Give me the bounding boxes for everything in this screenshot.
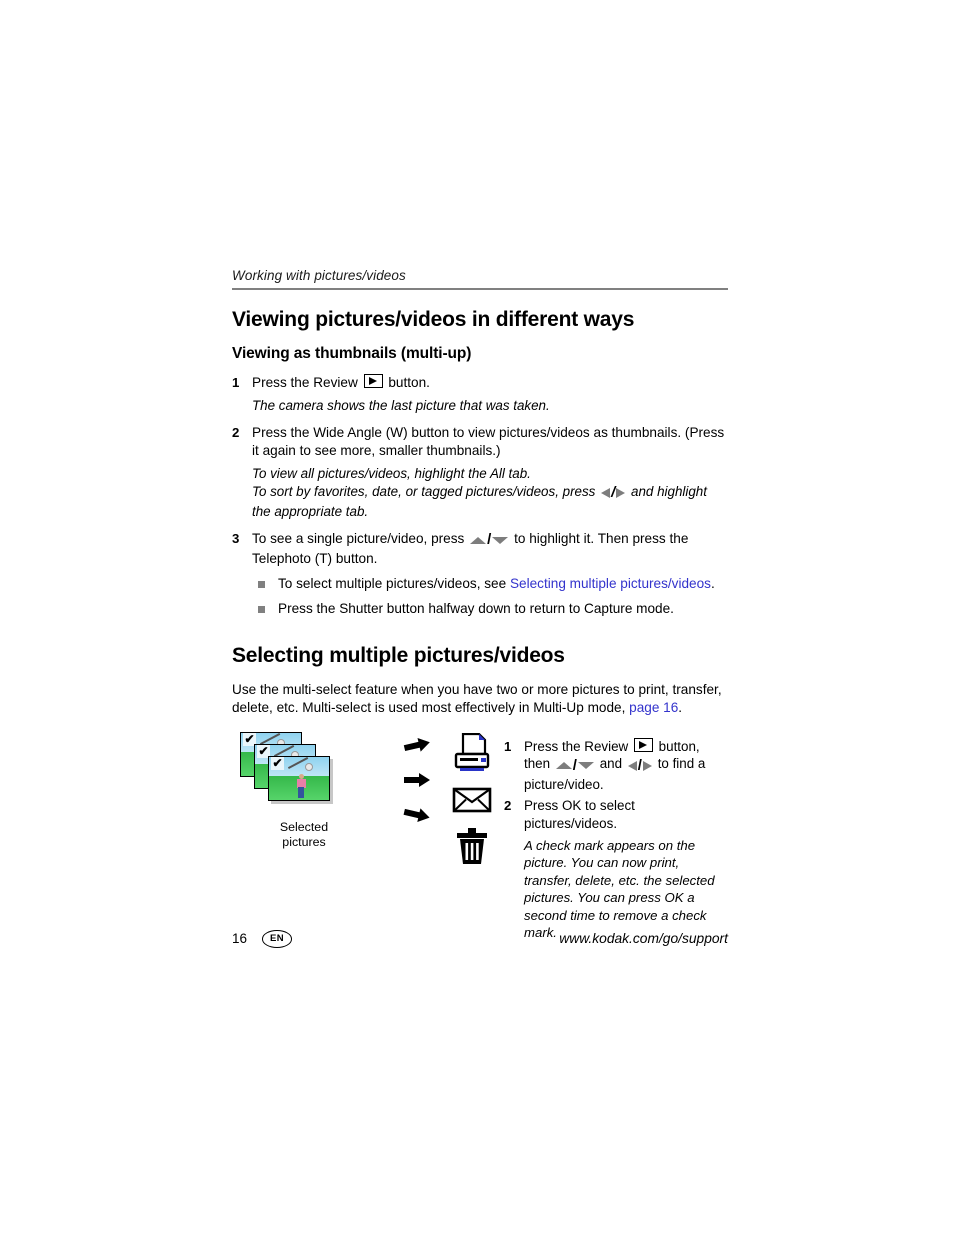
step-text: Press the Review button.	[252, 374, 728, 392]
check-mark-icon: ✔	[271, 755, 284, 770]
figure-selected-pictures: ✔ ✔ ✔ Selected pictures	[232, 731, 404, 854]
trash-icon-svg	[457, 827, 487, 864]
step-2-note: To view all pictures/videos, highlight t…	[252, 465, 728, 521]
section-title-viewing: Viewing pictures/videos in different way…	[232, 308, 635, 331]
arrow-column	[403, 732, 446, 843]
step-3: 3 To see a single picture/video, press /…	[232, 530, 728, 568]
up-down-arrows-icon: /	[555, 756, 594, 776]
step-number: 1	[504, 738, 512, 754]
header-rule	[232, 288, 728, 290]
left-right-arrows-icon: /	[601, 483, 626, 503]
up-down-arrows-icon: /	[470, 530, 509, 550]
subsection-title-thumbnails: Viewing as thumbnails (multi-up)	[232, 345, 472, 363]
list-item: Press the Shutter button halfway down to…	[258, 600, 728, 618]
step-text-before: Press the Review	[252, 375, 358, 391]
review-button-icon	[633, 737, 653, 752]
printer-icon	[446, 732, 498, 776]
step-2-note-line2-before: To sort by favorites, date, or tagged pi…	[252, 483, 596, 499]
envelope-icon-svg	[452, 787, 492, 812]
link-page-16[interactable]: page 16	[629, 700, 678, 715]
photo-stack: ✔ ✔ ✔	[240, 731, 345, 804]
step-number: 2	[232, 424, 240, 440]
fig-step-2: 2 Press OK to select pictures/videos.	[504, 797, 728, 832]
fig-step-2-note: A check mark appears on the picture. You…	[524, 837, 715, 941]
step-text: To see a single picture/video, press / t…	[252, 530, 728, 568]
fig-step-1-and: and	[599, 756, 623, 772]
intro-after: .	[678, 700, 683, 716]
step-text-after: button.	[388, 375, 430, 391]
page-footer: 16 EN www.kodak.com/go/support	[232, 930, 728, 948]
step-text: Press the Review button, then / and / to…	[524, 737, 728, 794]
arrow-right-icon	[403, 805, 433, 825]
bullet-square-icon	[258, 581, 265, 589]
trash-icon	[446, 824, 498, 868]
figure-steps: 1 Press the Review button, then / and / …	[498, 732, 728, 951]
bullet-list: To select multiple pictures/videos, see …	[232, 575, 728, 618]
support-website: www.kodak.com/go/support	[559, 931, 728, 947]
printer-icon-svg	[454, 732, 490, 771]
page-number: 16	[232, 931, 248, 947]
fig-step-1-before: Press the Review	[524, 738, 629, 754]
step-number: 2	[504, 798, 512, 814]
review-button-icon	[363, 374, 383, 389]
destination-icons	[446, 732, 498, 870]
step-1: 1 Press the Review button.	[232, 374, 728, 392]
step-2: 2 Press the Wide Angle (W) button to vie…	[232, 424, 728, 460]
bullet-text: To select multiple pictures/videos, see …	[278, 575, 715, 593]
arrow-right-icon	[404, 772, 432, 787]
step-number: 1	[232, 375, 240, 391]
step-2-note-line1: To view all pictures/videos, highlight t…	[252, 465, 531, 481]
thumbnail-photo: ✔	[268, 755, 330, 801]
figure-caption: Selected pictures	[264, 820, 344, 851]
section2-intro: Use the multi-select feature when you ha…	[232, 681, 728, 717]
document-page: Working with pictures/videos Viewing pic…	[232, 268, 728, 951]
left-right-arrows-icon: /	[627, 756, 652, 776]
figure-caption-line1: Selected	[279, 819, 329, 834]
figure-caption-line2: pictures	[282, 835, 326, 850]
bullet-text-after: .	[710, 576, 715, 592]
step-3-text-before: To see a single picture/video, press	[252, 530, 465, 546]
fig-step-1: 1 Press the Review button, then / and / …	[504, 737, 728, 794]
list-item: To select multiple pictures/videos, see …	[258, 575, 728, 593]
bullet-text-before: To select multiple pictures/videos, see	[278, 576, 507, 592]
step-1-note: The camera shows the last picture that w…	[252, 398, 550, 414]
bullet-square-icon	[258, 606, 265, 614]
link-selecting-multiple[interactable]: Selecting multiple pictures/videos	[510, 576, 711, 591]
bullet-text: Press the Shutter button halfway down to…	[278, 601, 674, 617]
step-text: Press OK to select pictures/videos.	[524, 798, 635, 831]
envelope-icon	[446, 778, 498, 822]
section-title-selecting: Selecting multiple pictures/videos	[232, 643, 565, 667]
step-text: Press the Wide Angle (W) button to view …	[252, 424, 725, 458]
running-header: Working with pictures/videos	[232, 268, 406, 283]
language-badge: EN	[262, 930, 293, 948]
step-number: 3	[232, 530, 240, 546]
illustration-row: ✔ ✔ ✔ Selected pictures 1 Press the Revi…	[232, 731, 728, 951]
arrow-right-icon	[403, 734, 433, 754]
